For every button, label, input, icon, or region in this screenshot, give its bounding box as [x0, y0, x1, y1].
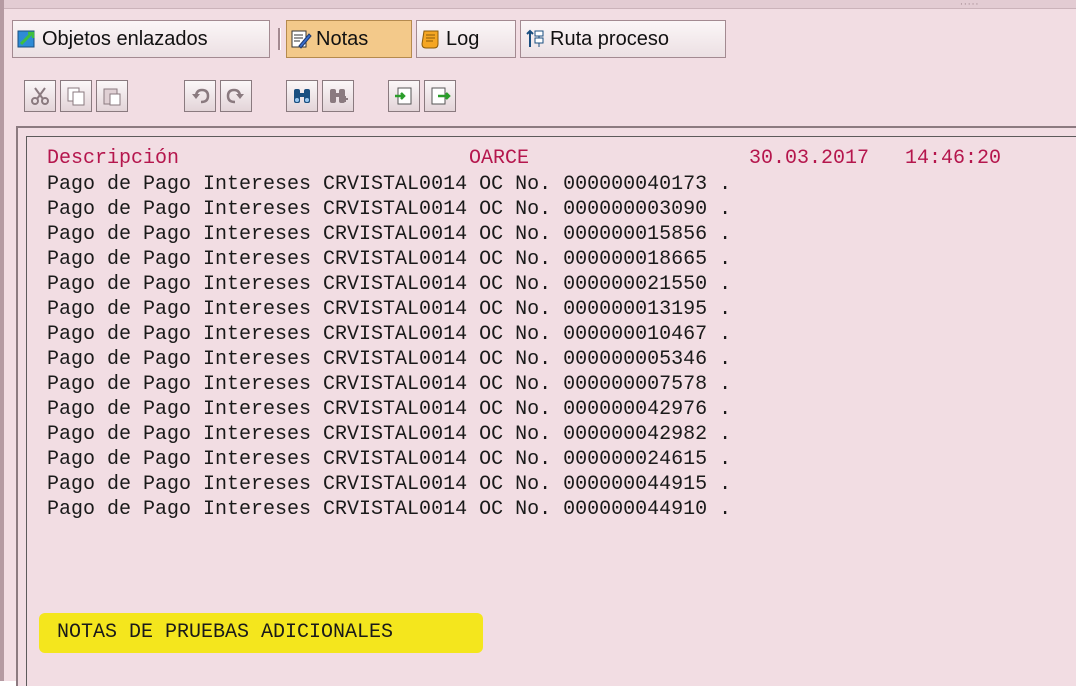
note-line: Pago de Pago Intereses CRVISTAL0014 OC N…: [47, 173, 732, 196]
note-line: Pago de Pago Intereses CRVISTAL0014 OC N…: [47, 423, 732, 446]
redo-button[interactable]: [220, 80, 252, 112]
find-icon: [294, 89, 310, 103]
tab-label: Objetos enlazados: [42, 27, 208, 50]
resize-grip[interactable]: ·····: [960, 0, 979, 10]
note-line: Pago de Pago Intereses CRVISTAL0014 OC N…: [47, 498, 732, 521]
redo-icon: [226, 88, 244, 104]
window-top-strip: [4, 0, 1076, 9]
note-line: Pago de Pago Intereses CRVISTAL0014 OC N…: [47, 273, 732, 296]
note-line: Pago de Pago Intereses CRVISTAL0014 OC N…: [47, 373, 732, 396]
cut-button[interactable]: [24, 80, 56, 112]
find-button[interactable]: [286, 80, 318, 112]
note-line: Pago de Pago Intereses CRVISTAL0014 OC N…: [47, 248, 732, 271]
tab-log[interactable]: Log: [416, 20, 516, 58]
paste-button[interactable]: [96, 80, 128, 112]
export-button[interactable]: [424, 80, 456, 112]
note-header-label: Descripción: [47, 147, 180, 170]
tab-label: Notas: [316, 27, 369, 50]
find-next-button[interactable]: [322, 80, 354, 112]
note-line: Pago de Pago Intereses CRVISTAL0014 OC N…: [47, 198, 732, 221]
note-additional-line: NOTAS DE PRUEBAS ADICIONALES: [57, 621, 394, 644]
note-line: Pago de Pago Intereses CRVISTAL0014 OC N…: [47, 223, 732, 246]
undo-button[interactable]: [184, 80, 216, 112]
note-text-area[interactable]: Descripción OARCE 30.03.2017 14:46:20 Pa…: [26, 136, 1076, 686]
note-header-user: OARCE: [469, 147, 530, 170]
note-line: Pago de Pago Intereses CRVISTAL0014 OC N…: [47, 473, 732, 496]
tab-separator: [278, 28, 281, 50]
note-line: Pago de Pago Intereses CRVISTAL0014 OC N…: [47, 348, 732, 371]
tab-label: Ruta proceso: [550, 27, 669, 50]
linked-objects-icon: [16, 28, 38, 50]
note-line: Pago de Pago Intereses CRVISTAL0014 OC N…: [47, 398, 732, 421]
log-scroll-icon: [420, 28, 442, 50]
copy-icon: [67, 87, 85, 106]
cut-icon: [31, 87, 49, 105]
undo-icon: [192, 88, 210, 104]
note-header-time: 14:46:20: [905, 147, 1002, 170]
paste-icon: [103, 88, 121, 106]
tab-ruta-proceso[interactable]: Ruta proceso: [520, 20, 726, 58]
notes-icon: [290, 28, 312, 50]
copy-button[interactable]: [60, 80, 92, 112]
note-line: Pago de Pago Intereses CRVISTAL0014 OC N…: [47, 323, 732, 346]
find-next-icon: [330, 89, 348, 103]
note-editor-frame: Descripción OARCE 30.03.2017 14:46:20 Pa…: [16, 126, 1076, 686]
export-icon: [431, 87, 451, 105]
note-line: Pago de Pago Intereses CRVISTAL0014 OC N…: [47, 298, 732, 321]
tab-label: Log: [446, 27, 480, 50]
notes-window: ····· Objetos enlazados Notas Log Ruta p…: [0, 0, 1076, 686]
process-route-icon: [524, 28, 546, 50]
import-icon: [395, 87, 412, 105]
tab-notas[interactable]: Notas: [286, 20, 412, 58]
tab-objetos-enlazados[interactable]: Objetos enlazados: [12, 20, 270, 58]
note-line: Pago de Pago Intereses CRVISTAL0014 OC N…: [47, 448, 732, 471]
note-header-date: 30.03.2017: [749, 147, 870, 170]
import-button[interactable]: [388, 80, 420, 112]
